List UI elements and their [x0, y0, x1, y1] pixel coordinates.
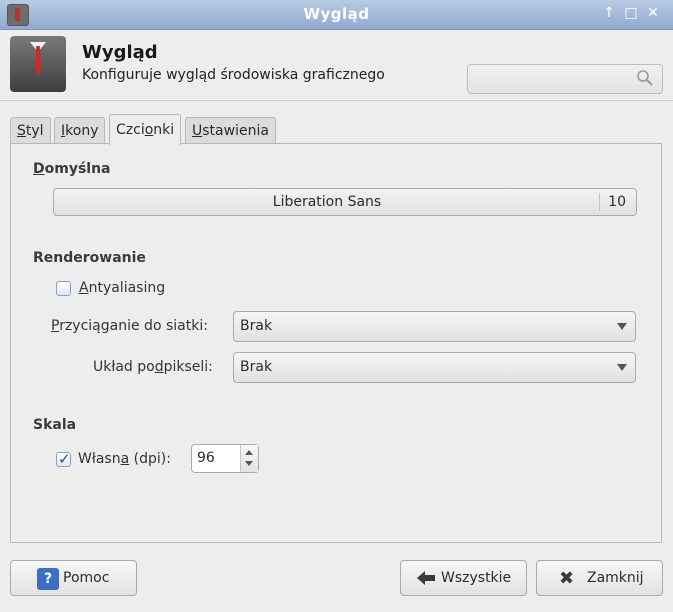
tab-settings[interactable]: Ustawienia [185, 117, 276, 143]
antialiasing-label[interactable]: Antyaliasing [79, 280, 165, 296]
all-settings-button[interactable]: Wszystkie [400, 560, 527, 596]
chevron-down-icon[interactable] [245, 461, 253, 466]
custom-dpi-checkbox[interactable]: ✓ [56, 450, 71, 468]
subpixel-label: Układ podpikseli: [93, 359, 213, 375]
chevron-up-icon[interactable] [245, 450, 253, 455]
tab-fonts[interactable]: Czcionki [109, 114, 182, 145]
subpixel-select[interactable]: Brak [233, 352, 636, 383]
font-size: 10 [608, 194, 626, 210]
dpi-spinbox[interactable]: 96 [191, 444, 259, 473]
chevron-down-icon [617, 364, 627, 371]
fonts-panel: Domyślna Liberation Sans 10 Renderowanie… [10, 143, 662, 543]
search-icon [637, 70, 653, 86]
search-input[interactable] [467, 64, 663, 94]
header-subtitle: Konfiguruje wygląd środowiska graficzneg… [82, 67, 385, 83]
help-icon: ? [37, 568, 59, 590]
chevron-down-icon [617, 323, 627, 330]
appearance-icon [10, 36, 66, 92]
titlebar[interactable]: Wygląd ↑ □ ✕ [0, 0, 673, 30]
font-name: Liberation Sans [272, 194, 382, 210]
arrow-left-icon [417, 571, 435, 585]
header-title: Wygląd [82, 42, 158, 63]
custom-dpi-label[interactable]: Własna (dpi): [78, 451, 171, 467]
close-button[interactable]: ✖ Zamknij [536, 560, 663, 596]
maximize-icon[interactable]: □ [623, 5, 639, 21]
hinting-label: Przyciąganie do siatki: [51, 318, 208, 334]
tab-style[interactable]: Styl [10, 117, 51, 143]
default-font-heading: Domyślna [33, 161, 111, 177]
scale-heading: Skala [33, 417, 77, 433]
default-font-button[interactable]: Liberation Sans 10 [53, 188, 637, 216]
close-icon[interactable]: ✕ [645, 5, 661, 21]
check-icon: ✓ [58, 450, 71, 468]
help-button[interactable]: ? Pomoc [10, 560, 137, 596]
tab-icons[interactable]: Ikony [54, 117, 106, 143]
appearance-window: Wygląd ↑ □ ✕ Wygląd Konfiguruje wygląd ś… [0, 0, 673, 612]
close-icon: ✖ [559, 568, 575, 589]
dialog-header: Wygląd Konfiguruje wygląd środowiska gra… [0, 30, 673, 101]
hinting-select[interactable]: Brak [233, 311, 636, 342]
window-title: Wygląd [303, 5, 370, 23]
rendering-heading: Renderowanie [33, 250, 146, 266]
keep-above-icon[interactable]: ↑ [601, 5, 617, 21]
dpi-stepper[interactable] [240, 445, 258, 472]
font-separator [599, 193, 600, 211]
antialiasing-checkbox[interactable] [56, 281, 71, 296]
